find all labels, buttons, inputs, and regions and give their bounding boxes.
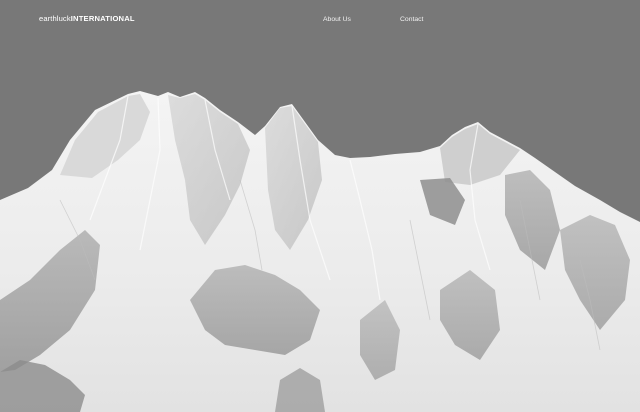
hero-mountain-image [0,0,640,412]
nav-link-about-us[interactable]: About Us [323,15,351,25]
landing-page: earthluckINTERNATIONAL About Us Contact [0,0,640,412]
brand-logo[interactable]: earthluckINTERNATIONAL [39,14,135,24]
site-header: earthluckINTERNATIONAL About Us Contact [0,0,640,40]
nav-link-contact[interactable]: Contact [400,15,423,25]
logo-text-earthluck: earthluck [39,14,71,23]
logo-text-international: INTERNATIONAL [70,14,135,23]
